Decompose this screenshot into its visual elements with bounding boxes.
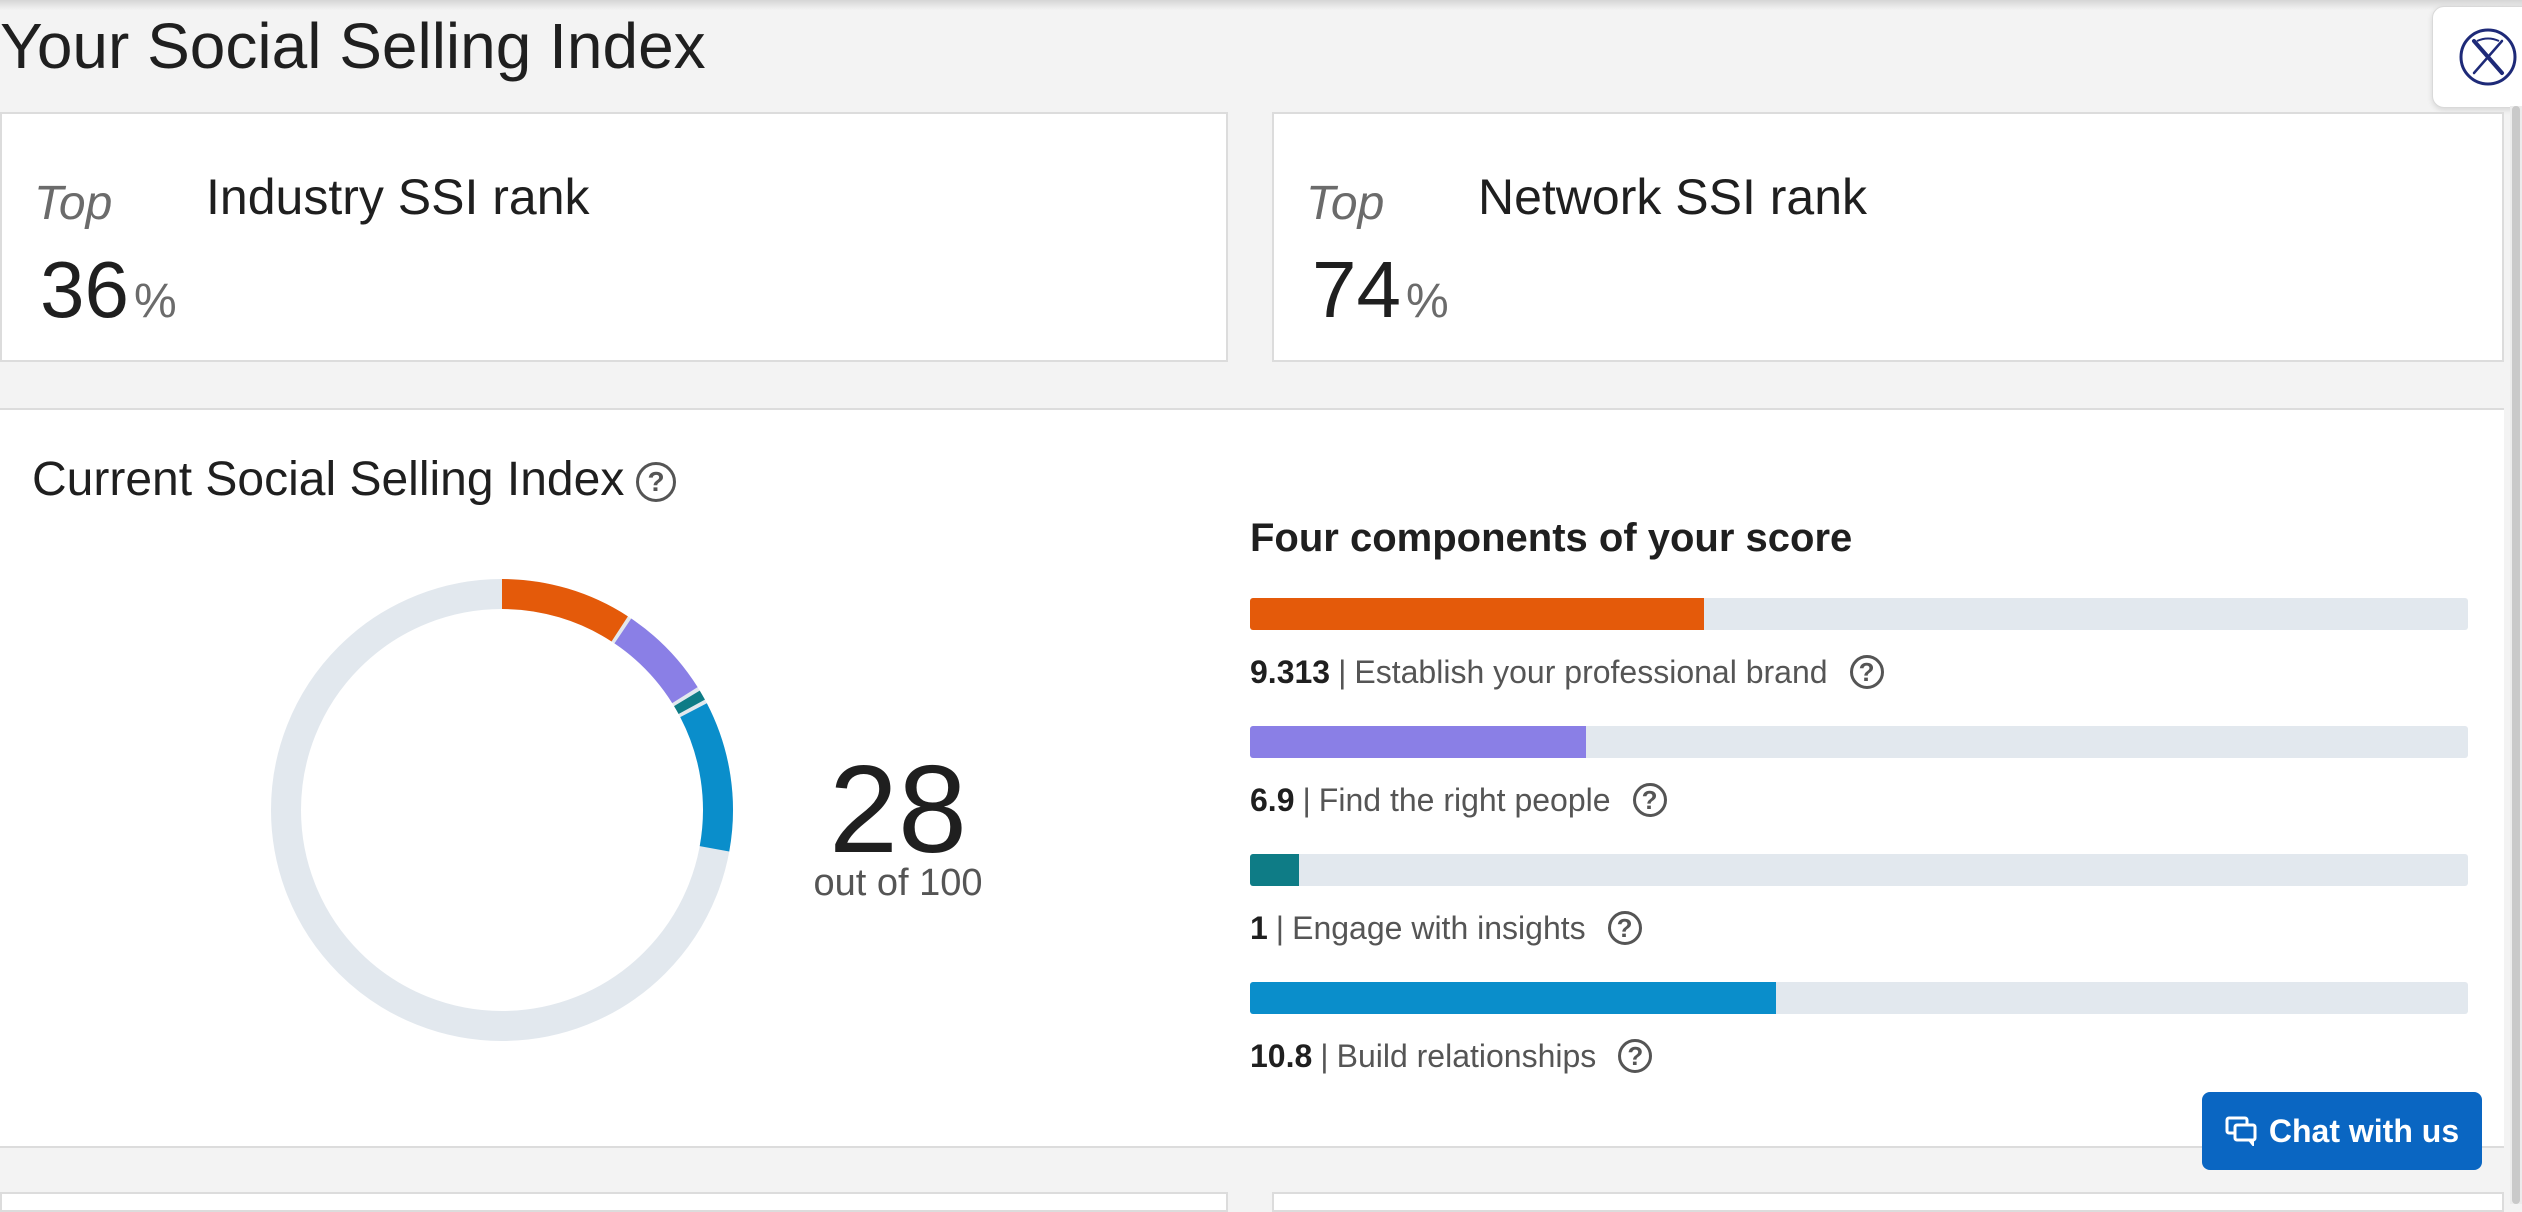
component-value: 9.313: [1250, 653, 1331, 690]
close-panel-button[interactable]: [2432, 6, 2522, 108]
component-row-brand: 9.313 | Establish your professional bran…: [1250, 650, 1884, 694]
chat-label: Chat with us: [2268, 1112, 2460, 1149]
page-scrollbar[interactable]: [2510, 106, 2522, 1204]
chat-with-us-button[interactable]: Chat with us: [2202, 1092, 2482, 1170]
component-bar-brand: [1250, 598, 2468, 630]
components-title: Four components of your score: [1250, 516, 1853, 560]
component-value: 1: [1250, 909, 1268, 946]
component-label: Build relationships: [1336, 1037, 1597, 1074]
component-value: 6.9: [1250, 781, 1295, 818]
question-circle-icon[interactable]: ?: [1849, 655, 1884, 689]
donut-segment: [680, 703, 733, 852]
donut-segment: [674, 690, 705, 715]
separator: |: [1302, 781, 1311, 818]
question-circle-icon[interactable]: ?: [1607, 911, 1642, 945]
component-bar-people: [1250, 726, 2468, 758]
industry-rank-title: Industry SSI rank: [206, 169, 590, 225]
network-rank-value: 74: [1312, 245, 1401, 334]
component-label: Establish your professional brand: [1354, 653, 1828, 690]
network-rank-percent: %: [1406, 275, 1449, 328]
component-label: Engage with insights: [1292, 909, 1586, 946]
bottom-card-right: [1272, 1192, 2504, 1212]
component-bar-insights: [1250, 854, 2468, 886]
separator: |: [1320, 1037, 1329, 1074]
industry-rank-value: 36: [40, 245, 129, 334]
bottom-card-left: [0, 1192, 1228, 1212]
component-bar-fill: [1250, 854, 1299, 886]
component-bar-relationships: [1250, 982, 2468, 1014]
component-row-insights: 1 | Engage with insights ?: [1250, 906, 1642, 950]
separator: |: [1275, 909, 1285, 946]
network-top-label: Top: [1306, 177, 1385, 230]
component-bar-fill: [1250, 726, 1587, 758]
industry-top-label: Top: [34, 177, 113, 230]
ssi-score-suffix: out of 100: [813, 862, 983, 904]
question-circle-icon[interactable]: ?: [1632, 783, 1667, 817]
component-bar-fill: [1250, 982, 1777, 1014]
component-value: 10.8: [1250, 1037, 1313, 1074]
separator: |: [1338, 653, 1347, 690]
current-ssi-card: Current Social Selling Index ? 28 out of…: [0, 408, 2504, 1148]
industry-rank-card: Top 36 % Industry SSI rank: [0, 112, 1228, 362]
ssi-donut-chart: [271, 579, 733, 1041]
network-rank-title: Network SSI rank: [1478, 169, 1868, 225]
chat-bubbles-icon: [2225, 1116, 2257, 1146]
donut-segment: [614, 618, 698, 704]
page-title: Your Social Selling Index: [0, 10, 706, 82]
component-row-people: 6.9 | Find the right people ?: [1250, 778, 1667, 822]
industry-rank-percent: %: [134, 275, 177, 328]
question-circle-icon[interactable]: ?: [636, 462, 676, 502]
x-logo-icon: [2459, 28, 2517, 86]
scrollbar-thumb[interactable]: [2512, 106, 2520, 1204]
donut-segment: [501, 579, 628, 642]
network-rank-card: Top 74 % Network SSI rank: [1272, 112, 2504, 362]
component-row-relationships: 10.8 | Build relationships ?: [1250, 1034, 1653, 1078]
question-circle-icon[interactable]: ?: [1618, 1039, 1653, 1073]
component-label: Find the right people: [1318, 781, 1611, 818]
component-bar-fill: [1250, 598, 1704, 630]
ssi-title: Current Social Selling Index: [32, 453, 625, 506]
ssi-score: 28: [829, 741, 967, 879]
